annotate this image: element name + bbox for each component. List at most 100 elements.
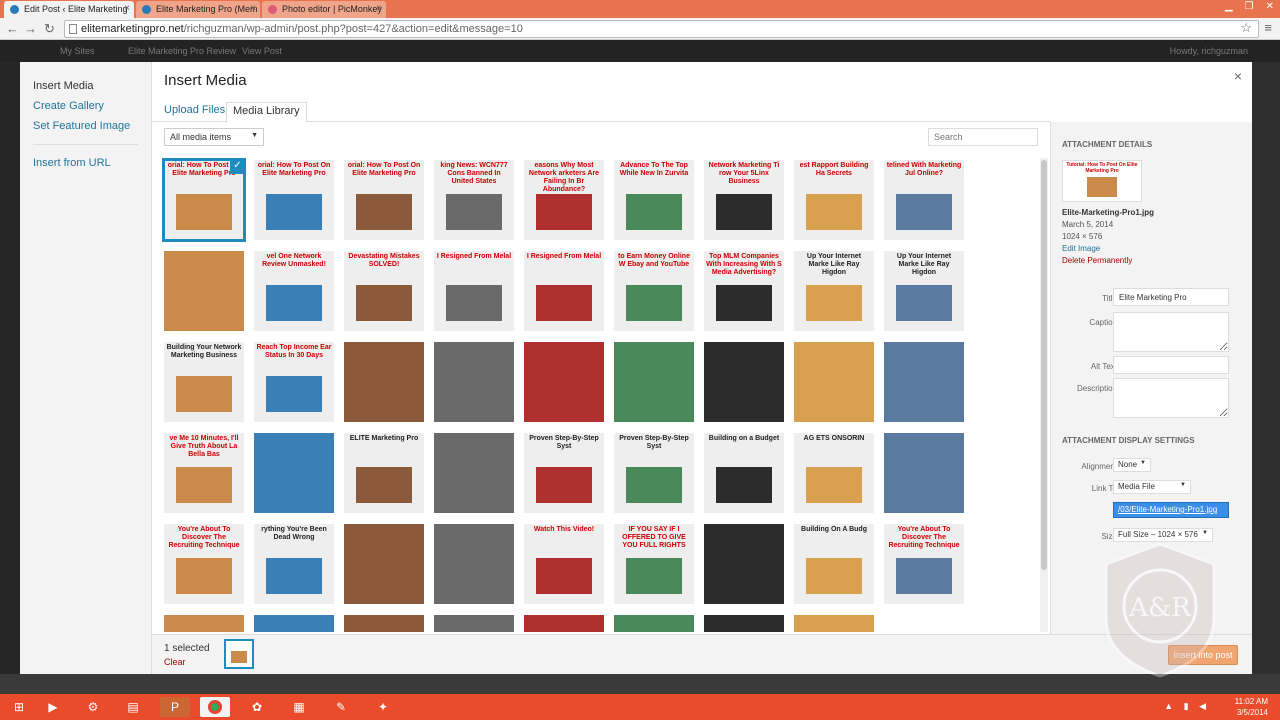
edit-image-link[interactable]: Edit Image <box>1062 244 1100 253</box>
menu-insert-media[interactable]: Insert Media <box>20 76 151 96</box>
attachment-thumbnail[interactable] <box>614 342 694 422</box>
attachment-thumbnail[interactable]: IF YOU SAY IF I OFFERED TO GIVE YOU FULL… <box>614 524 694 604</box>
attachment-thumbnail[interactable] <box>524 342 604 422</box>
attachment-thumbnail[interactable]: Network Marketing Ti row Your 5Linx Busi… <box>704 160 784 240</box>
menu-set-featured-image[interactable]: Set Featured Image <box>20 116 151 136</box>
minimize-icon[interactable]: ▁ <box>1225 1 1233 12</box>
attachment-thumbnail[interactable]: ve Me 10 Minutes, I'll Give Truth About … <box>164 433 244 513</box>
attachment-thumbnail[interactable]: Watch This Video! <box>524 524 604 604</box>
admin-bar-my-sites[interactable]: My Sites <box>60 46 95 56</box>
attachment-thumbnail[interactable] <box>884 433 964 513</box>
close-tab-icon[interactable]: × <box>124 3 130 14</box>
attachment-thumbnail[interactable]: orial: How To Post On Elite Marketing Pr… <box>162 158 246 242</box>
caption-field[interactable] <box>1113 312 1229 352</box>
attachment-thumbnail[interactable] <box>344 342 424 422</box>
attachment-thumbnail[interactable]: I Resigned From Melal <box>524 251 604 331</box>
attachment-thumbnail[interactable] <box>254 615 334 632</box>
attachment-thumbnail[interactable] <box>434 615 514 632</box>
attachment-thumbnail[interactable] <box>164 615 244 632</box>
attachment-thumbnail[interactable]: Building on a Budget <box>704 433 784 513</box>
attachment-thumbnail[interactable]: You're About To Discover The Recruiting … <box>164 524 244 604</box>
windows-start-icon[interactable]: ⊞ <box>4 697 34 717</box>
attachment-thumbnail[interactable]: Proven Step-By-Step Syst <box>614 433 694 513</box>
attachment-thumbnail[interactable]: rything You're Been Dead Wrong <box>254 524 334 604</box>
admin-bar-howdy[interactable]: Howdy, richguzman <box>1170 46 1248 56</box>
checkmark-icon[interactable]: ✓ <box>230 160 244 174</box>
attachment-thumbnail[interactable] <box>704 615 784 632</box>
chrome-icon[interactable] <box>200 697 230 717</box>
attachment-thumbnail[interactable]: orial: How To Post On Elite Marketing Pr… <box>344 160 424 240</box>
tool-icon[interactable]: ✦ <box>368 697 398 717</box>
attachment-thumbnail[interactable] <box>434 433 514 513</box>
folder-icon[interactable]: ▤ <box>118 697 148 717</box>
attachment-thumbnail[interactable]: Up Your Internet Marke Like Ray Higdon <box>794 251 874 331</box>
browser-tab[interactable]: Photo editor | PicMonkey × <box>262 1 386 18</box>
title-field[interactable] <box>1113 288 1229 306</box>
attachment-thumbnail[interactable] <box>884 342 964 422</box>
close-icon[interactable]: × <box>1234 68 1242 84</box>
alt-text-field[interactable] <box>1113 356 1229 374</box>
attachment-thumbnail[interactable]: king News: WCN777 Cons Banned In United … <box>434 160 514 240</box>
attachment-thumbnail[interactable]: telined With Marketing Jul Online? <box>884 160 964 240</box>
attachment-thumbnail[interactable] <box>614 615 694 632</box>
close-tab-icon[interactable]: × <box>250 3 256 14</box>
clear-selection-link[interactable]: Clear <box>164 657 186 667</box>
link-to-select[interactable]: Media File ▼ <box>1113 480 1191 494</box>
menu-create-gallery[interactable]: Create Gallery <box>20 96 151 116</box>
attachment-thumbnail[interactable]: ELITE Marketing Pro <box>344 433 424 513</box>
clock[interactable]: 11:02 AM 3/5/2014 <box>1235 696 1268 718</box>
calculator-icon[interactable]: ▦ <box>284 697 314 717</box>
scrollbar[interactable] <box>1040 158 1048 632</box>
attachment-thumbnail[interactable]: vel One Network Review Unmasked! <box>254 251 334 331</box>
attachment-thumbnail[interactable]: Devastating Mistakes SOLVED! <box>344 251 424 331</box>
attachment-thumbnail[interactable]: orial: How To Post On Elite Marketing Pr… <box>254 160 334 240</box>
address-bar[interactable]: elitemarketingpro.net/richguzman/wp-admi… <box>64 20 1259 38</box>
attachment-thumbnail[interactable]: Building Your Network Marketing Business <box>164 342 244 422</box>
powerpoint-icon[interactable]: P <box>160 697 190 717</box>
attachment-thumbnail[interactable] <box>434 342 514 422</box>
browser-tab[interactable]: Edit Post ‹ Elite Marketing × <box>4 1 134 18</box>
attachment-thumbnail[interactable]: Up Your Internet Marke Like Ray Higdon <box>884 251 964 331</box>
media-filter-select[interactable]: All media items ▼ <box>164 128 264 146</box>
attachment-thumbnail[interactable] <box>434 524 514 604</box>
attachment-thumbnail[interactable] <box>704 524 784 604</box>
reload-icon[interactable]: ↻ <box>44 21 55 37</box>
attachment-thumbnail[interactable] <box>344 524 424 604</box>
attachment-thumbnail[interactable] <box>164 251 244 331</box>
attachment-thumbnail[interactable]: easons Why Most Network arketers Are Fai… <box>524 160 604 240</box>
attachment-thumbnail[interactable] <box>254 433 334 513</box>
selection-thumbnail[interactable] <box>224 639 254 669</box>
admin-bar-view-post[interactable]: View Post <box>242 46 282 56</box>
scrollbar-thumb[interactable] <box>1041 160 1047 570</box>
tab-upload-files[interactable]: Upload Files <box>158 102 231 118</box>
media-player-icon[interactable]: ▶ <box>38 697 68 717</box>
attachment-thumbnail[interactable]: Building On A Budg <box>794 524 874 604</box>
link-url-field[interactable]: /03/Elite-Marketing-Pro1.jpg <box>1113 502 1229 518</box>
attachment-thumbnail[interactable] <box>794 342 874 422</box>
attachment-thumbnail[interactable]: You're About To Discover The Recruiting … <box>884 524 964 604</box>
attachment-thumbnail[interactable] <box>794 615 874 632</box>
attachment-thumbnail[interactable]: AG ETS ONSORIN <box>794 433 874 513</box>
menu-insert-from-url[interactable]: Insert from URL <box>20 153 151 173</box>
system-tray[interactable]: ▲ ▮ ◀ <box>1164 701 1210 712</box>
attachment-thumbnail[interactable]: Reach Top Income Ear Status In 30 Days <box>254 342 334 422</box>
settings-icon[interactable]: ⚙ <box>78 697 108 717</box>
forward-icon[interactable]: → <box>24 21 37 36</box>
attachment-thumbnail[interactable]: to Earn Money Online W Ebay and YouTube <box>614 251 694 331</box>
attachment-thumbnail[interactable]: I Resigned From Melal <box>434 251 514 331</box>
attachment-thumbnail[interactable]: Top MLM Companies With Increasing With S… <box>704 251 784 331</box>
attachment-thumbnail[interactable] <box>704 342 784 422</box>
description-field[interactable] <box>1113 378 1229 418</box>
attachment-thumbnail[interactable]: Advance To The Top While New In Zurvita <box>614 160 694 240</box>
attachment-thumbnail[interactable] <box>344 615 424 632</box>
close-tab-icon[interactable]: × <box>376 3 382 14</box>
attachment-thumbnail[interactable]: Proven Step-By-Step Syst <box>524 433 604 513</box>
close-window-icon[interactable]: ✕ <box>1266 1 1274 12</box>
attachment-thumbnail[interactable] <box>524 615 604 632</box>
notepad-icon[interactable]: ✎ <box>326 697 356 717</box>
back-icon[interactable]: ← <box>6 21 19 36</box>
search-input[interactable] <box>928 128 1038 146</box>
alignment-select[interactable]: None ▼ <box>1113 458 1151 472</box>
tab-media-library[interactable]: Media Library <box>226 102 307 123</box>
maximize-icon[interactable]: ❐ <box>1245 1 1254 12</box>
